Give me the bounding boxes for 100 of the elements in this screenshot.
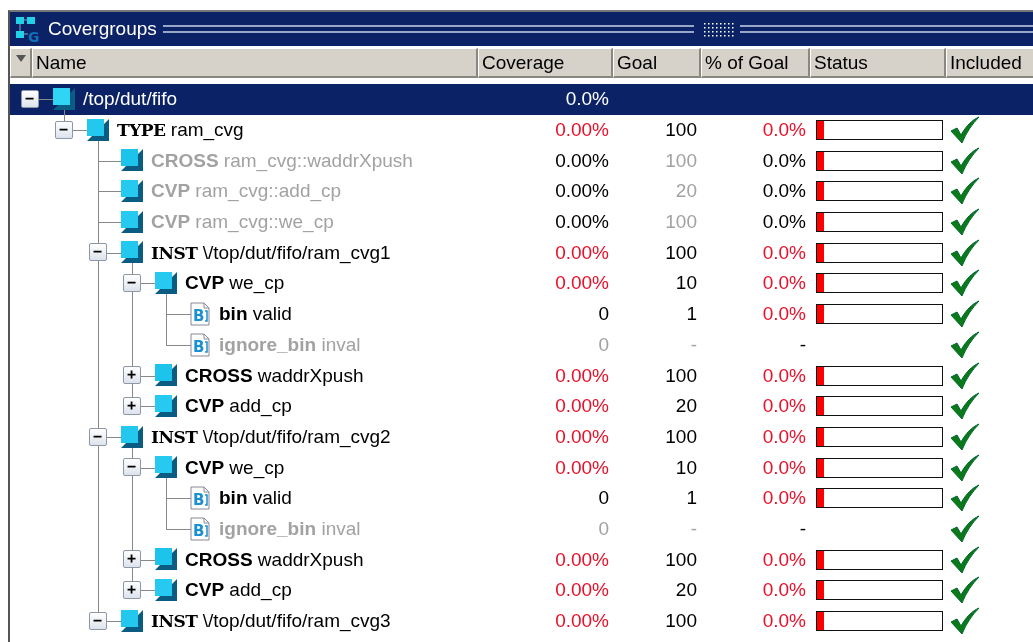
- cube-icon: [52, 87, 76, 111]
- goal-value: -: [689, 333, 698, 356]
- coverage-value: 0.00%: [554, 149, 610, 172]
- tree-row[interactable]: CVP we_cp 0.00% 10 0.0%: [10, 268, 1033, 299]
- coverage-value: 0: [597, 303, 610, 326]
- collapse-toggle[interactable]: [123, 458, 141, 477]
- column-menu-icon[interactable]: [15, 55, 26, 63]
- goal-value: 20: [674, 180, 698, 203]
- coverage-value: 0.00%: [554, 364, 610, 387]
- coverage-value: 0.00%: [554, 579, 610, 602]
- collapse-toggle[interactable]: [89, 611, 107, 630]
- cube-icon: [120, 608, 144, 633]
- percent-of-goal-value: 0.0%: [761, 303, 807, 326]
- goal-value: 1: [685, 303, 698, 326]
- collapse-toggle[interactable]: [123, 274, 141, 293]
- coverage-value: 0.00%: [554, 119, 610, 142]
- goal-value: 10: [674, 456, 698, 479]
- column-header[interactable]: Name: [32, 48, 478, 78]
- tree-row[interactable]: INST \/top/dut/fifo/ram_cvg3 0.00% 100 0.0%: [10, 605, 1033, 637]
- column-header[interactable]: Included: [946, 48, 1033, 78]
- window-title: Covergroups: [48, 18, 157, 40]
- bin-document-icon: B: [188, 485, 212, 510]
- percent-of-goal-value: 0.0%: [761, 579, 807, 602]
- coverage-value: 0.00%: [554, 425, 610, 448]
- collapse-toggle[interactable]: [89, 427, 107, 446]
- coverage-value: 0.00%: [554, 241, 610, 264]
- node-label: CVP we_cp: [185, 456, 285, 479]
- collapse-toggle[interactable]: [21, 90, 39, 108]
- node-label: INST \/top/dut/fifo/ram_cvg3: [151, 610, 391, 633]
- percent-of-goal-value: -: [798, 517, 807, 540]
- goal-value: 100: [664, 364, 698, 387]
- cube-icon: [154, 393, 178, 418]
- column-header[interactable]: Status: [810, 48, 946, 78]
- cube-icon: [154, 271, 178, 296]
- goal-value: -: [689, 517, 698, 540]
- cube-icon: [120, 148, 144, 173]
- expand-toggle[interactable]: [123, 581, 141, 599]
- coverage-value: 0: [597, 517, 610, 540]
- goal-value: 100: [664, 241, 698, 264]
- coverage-value: 0: [597, 487, 610, 510]
- node-label: CVP we_cp: [185, 272, 285, 295]
- node-label: CVP ram_cvg::add_cp: [151, 180, 342, 203]
- bin-document-icon: B: [188, 301, 212, 326]
- column-header[interactable]: % of Goal: [701, 48, 810, 78]
- node-label: /top/dut/fifo: [83, 88, 177, 111]
- coverage-value: 0.00%: [554, 456, 610, 479]
- tree-row[interactable]: CVP we_cp 0.00% 10 0.0%: [10, 452, 1033, 483]
- collapse-toggle[interactable]: [89, 243, 107, 262]
- bin-document-icon: B: [188, 516, 212, 541]
- percent-of-goal-value: 0.0%: [761, 456, 807, 479]
- tree-row[interactable]: /top/dut/fifo 0.0%: [10, 84, 1033, 115]
- tree-row[interactable]: CROSS waddrXpush 0.00% 100 0.0%: [10, 544, 1033, 575]
- tree-row[interactable]: CVP add_cp 0.00% 20 0.0%: [10, 390, 1033, 422]
- goal-value: 20: [674, 395, 698, 418]
- collapse-toggle[interactable]: [55, 120, 73, 139]
- bin-document-icon: B: [188, 332, 212, 357]
- percent-of-goal-value: 0.0%: [761, 211, 807, 234]
- goal-value: 100: [664, 425, 698, 448]
- percent-of-goal-value: 0.0%: [761, 180, 807, 203]
- node-label: CVP ram_cvg::we_cp: [151, 211, 334, 234]
- node-label: ignore_bin inval: [219, 517, 361, 540]
- goal-value: 10: [674, 272, 698, 295]
- tree-row[interactable]: CROSS waddrXpush 0.00% 100 0.0%: [10, 360, 1033, 391]
- coverage-value: 0.00%: [554, 395, 610, 418]
- node-label: CROSS ram_cvg::waddrXpush: [151, 149, 413, 172]
- tree-row[interactable]: CVP add_cp 0.00% 20 0.0%: [10, 575, 1033, 606]
- cube-icon: [120, 179, 144, 204]
- node-label: INST \/top/dut/fifo/ram_cvg1: [151, 241, 391, 264]
- cube-icon: [154, 363, 178, 388]
- coverage-value: 0.0%: [564, 88, 610, 111]
- percent-of-goal-value: 0.0%: [761, 395, 807, 418]
- percent-of-goal-value: 0.0%: [761, 119, 807, 142]
- coverage-value: 0: [597, 333, 610, 356]
- percent-of-goal-value: 0.0%: [761, 272, 807, 295]
- cube-icon: [120, 424, 144, 449]
- column-header[interactable]: Coverage: [478, 48, 613, 78]
- coverage-value: 0.00%: [554, 610, 610, 633]
- tree-row[interactable]: B bin valid 0 1 0.0%: [10, 482, 1033, 514]
- coverage-value: 0.00%: [554, 180, 610, 203]
- expand-toggle[interactable]: [123, 366, 141, 385]
- percent-of-goal-value: -: [798, 333, 807, 356]
- cube-icon: [154, 578, 178, 602]
- tree-row[interactable]: B bin valid 0 1 0.0%: [10, 298, 1033, 330]
- node-label: CROSS waddrXpush: [185, 548, 364, 571]
- goal-value: 100: [664, 548, 698, 571]
- node-label: bin valid: [219, 487, 292, 510]
- tree-row[interactable]: TYPE ram_cvg 0.00% 100 0.0%: [10, 114, 1033, 146]
- goal-value: 20: [674, 579, 698, 602]
- goal-value: 100: [664, 211, 698, 234]
- cube-icon: [86, 117, 110, 142]
- expand-toggle[interactable]: [123, 396, 141, 415]
- tree-row[interactable]: INST \/top/dut/fifo/ram_cvg2 0.00% 100 0.0%: [10, 421, 1033, 453]
- node-label: CROSS waddrXpush: [185, 364, 364, 387]
- expand-toggle[interactable]: [123, 550, 141, 569]
- node-label: TYPE ram_cvg: [117, 119, 244, 142]
- goal-value: 100: [664, 149, 698, 172]
- column-header[interactable]: Goal: [613, 48, 701, 78]
- cube-icon: [120, 209, 144, 234]
- coverage-value: 0.00%: [554, 211, 610, 234]
- tree-row[interactable]: INST \/top/dut/fifo/ram_cvg1 0.00% 100 0.0%: [10, 237, 1033, 269]
